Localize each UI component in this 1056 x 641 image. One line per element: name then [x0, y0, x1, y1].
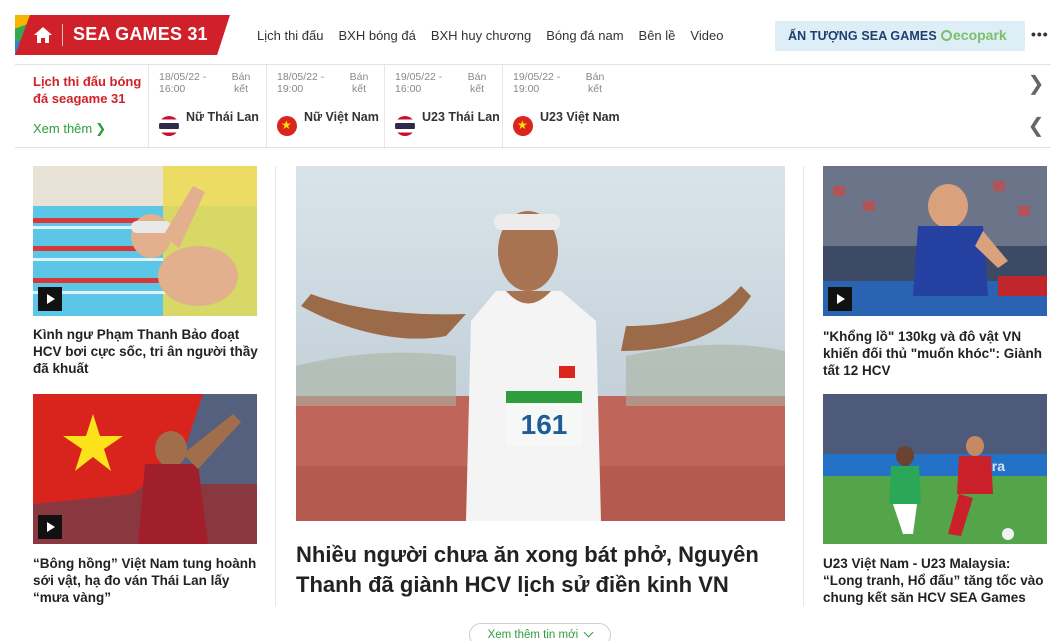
thailand-flag-icon — [159, 116, 179, 136]
heavyweight-wrestler-photo — [823, 166, 1047, 316]
chevron-left-icon: ❮ — [1027, 115, 1045, 137]
article-title-wrestler[interactable]: "Khổng lồ" 130kg và đô vật VN khiến đối … — [823, 328, 1051, 379]
nav-link-sidelines[interactable]: Bên lề — [639, 28, 676, 43]
play-video-icon — [38, 515, 62, 539]
brand-banner[interactable]: SEA GAMES 31 — [15, 15, 230, 55]
see-more-label: Xem thêm — [33, 121, 93, 136]
match-schedule-bar: Lịch thi đấu bóng đá seagame 31 Xem thêm… — [15, 64, 1051, 149]
chevron-right-icon: ❯ — [1027, 73, 1045, 95]
match-status: Bán kết — [231, 71, 251, 95]
schedule-see-more-link[interactable]: Xem thêm ❯ — [33, 121, 106, 137]
schedule-title[interactable]: Lịch thi đấu bóng đá seagame 31 — [33, 73, 148, 107]
match-date: 18/05/22 - 19:00 — [277, 71, 325, 95]
thailand-flag-icon — [395, 116, 415, 136]
highlight-banner[interactable]: ẤN TƯỢNG SEA GAMES ecopark — [775, 21, 1025, 51]
match-team: U23 Thái Lan — [422, 110, 500, 124]
vietnam-flag-icon — [513, 116, 533, 136]
play-video-icon — [828, 287, 852, 311]
nav-link-medal-table[interactable]: BXH huy chương — [431, 28, 531, 43]
match-card[interactable]: 18/05/22 - 19:00 Bán kết Nữ Việt Nam — [266, 65, 384, 149]
sponsor-text: ecopark — [953, 27, 1007, 43]
nav-link-schedule[interactable]: Lịch thi đấu — [257, 28, 324, 43]
schedule-next-button[interactable]: ❯ — [1023, 65, 1049, 103]
swimmer-photo — [33, 166, 257, 316]
vietnam-flag-icon — [277, 116, 297, 136]
wrestler-flag-photo — [33, 394, 257, 544]
home-icon[interactable] — [33, 26, 53, 44]
match-date: 19/05/22 - 16:00 — [395, 71, 443, 95]
play-video-icon — [38, 287, 62, 311]
match-team: U23 Việt Nam — [540, 110, 620, 124]
nav-link-mens-football[interactable]: Bóng đá nam — [546, 28, 623, 43]
nav-links: Lịch thi đấu BXH bóng đá BXH huy chương … — [257, 28, 738, 43]
article-thumbnail-wrestler[interactable] — [823, 166, 1047, 316]
chevron-right-icon: ❯ — [95, 121, 107, 136]
football-match-photo: Insura — [823, 394, 1047, 544]
column-divider — [275, 166, 276, 606]
sponsor-leaf-icon — [941, 30, 952, 41]
runner-photo: 161 — [296, 166, 785, 521]
main-article-title[interactable]: Nhiều người chưa ăn xong bát phở, Nguyên… — [296, 540, 786, 600]
match-team: Nữ Việt Nam — [304, 110, 379, 124]
nav-link-video[interactable]: Video — [690, 28, 723, 43]
sponsor-logo: ecopark — [941, 27, 1007, 43]
brand-stripe-decoration — [15, 15, 30, 55]
match-card[interactable]: 19/05/22 - 16:00 Bán kết U23 Thái Lan — [384, 65, 502, 149]
highlight-label: ẤN TƯỢNG SEA GAMES — [788, 29, 937, 43]
load-more-news-button[interactable]: Xem thêm tin mới — [469, 623, 611, 641]
article-title-wrestling[interactable]: “Bông hồng” Việt Nam tung hoành sới vật,… — [33, 555, 265, 606]
load-more-label: Xem thêm tin mới — [487, 629, 579, 641]
match-team: Nữ Thái Lan — [186, 110, 259, 124]
article-title-swimming[interactable]: Kình ngư Phạm Thanh Bảo đoạt HCV bơi cực… — [33, 326, 263, 377]
article-title-football[interactable]: U23 Việt Nam - U23 Malaysia: “Long tranh… — [823, 555, 1053, 606]
column-divider — [803, 166, 804, 606]
match-card[interactable]: 19/05/22 - 19:00 Bán kết U23 Việt Nam — [502, 65, 620, 149]
article-thumbnail-swimming[interactable] — [33, 166, 257, 316]
top-navigation: SEA GAMES 31 Lịch thi đấu BXH bóng đá BX… — [15, 12, 1051, 64]
match-date: 18/05/22 - 16:00 — [159, 71, 207, 95]
brand-divider — [62, 24, 63, 46]
match-card[interactable]: 18/05/22 - 16:00 Bán kết Nữ Thái Lan — [148, 65, 266, 149]
main-article-image[interactable]: 161 — [296, 166, 785, 521]
runner-bib-number: 161 — [521, 409, 568, 440]
article-thumbnail-wrestling[interactable] — [33, 394, 257, 544]
more-menu-icon[interactable]: ••• — [1031, 26, 1049, 42]
schedule-prev-button[interactable]: ❮ — [1023, 107, 1049, 145]
match-status: Bán kết — [585, 71, 605, 95]
chevron-down-icon — [583, 627, 594, 638]
match-status: Bán kết — [467, 71, 487, 95]
match-status: Bán kết — [349, 71, 369, 95]
match-date: 19/05/22 - 19:00 — [513, 71, 561, 95]
brand-title[interactable]: SEA GAMES 31 — [73, 24, 208, 45]
nav-link-football-standings[interactable]: BXH bóng đá — [339, 28, 416, 43]
article-thumbnail-football[interactable]: Insura — [823, 394, 1047, 544]
